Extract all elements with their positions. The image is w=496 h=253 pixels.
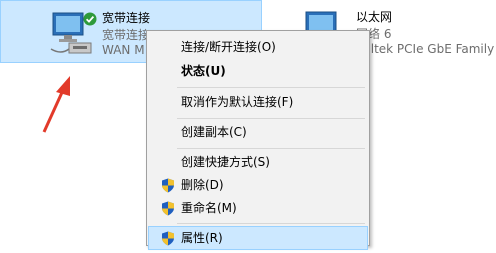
menu-item-connect-disconnect[interactable]: 连接/断开连接(O) xyxy=(149,36,367,58)
menu-separator xyxy=(177,87,365,88)
connection-status: 宽带连接 xyxy=(102,28,151,42)
annotation-arrow-icon xyxy=(36,76,76,140)
menu-item-status[interactable]: 状态(U) xyxy=(149,60,367,82)
uac-shield-icon xyxy=(161,201,175,223)
menu-item-cancel-default[interactable]: 取消作为默认连接(F) xyxy=(149,91,367,113)
connection-name: 以太网 xyxy=(356,10,393,24)
menu-item-properties[interactable]: 属性(R) xyxy=(148,226,368,250)
menu-item-rename[interactable]: 重命名(M) xyxy=(149,197,367,219)
context-menu: 连接/断开连接(O) 状态(U) 取消作为默认连接(F) 创建副本(C) 创建快… xyxy=(146,30,370,250)
connection-device: ealtek PCIe GbE Family xyxy=(356,42,495,56)
connection-device: WAN M xyxy=(102,43,145,57)
menu-item-delete[interactable]: 删除(D) xyxy=(149,174,367,196)
menu-separator xyxy=(177,148,365,149)
menu-separator xyxy=(177,223,365,224)
menu-item-create-copy[interactable]: 创建副本(C) xyxy=(149,121,367,143)
uac-shield-icon xyxy=(161,231,175,253)
menu-separator xyxy=(177,118,365,119)
connection-name: 宽带连接 xyxy=(102,11,151,25)
connected-check-icon xyxy=(83,11,97,30)
menu-item-create-shortcut[interactable]: 创建快捷方式(S) xyxy=(149,151,367,173)
